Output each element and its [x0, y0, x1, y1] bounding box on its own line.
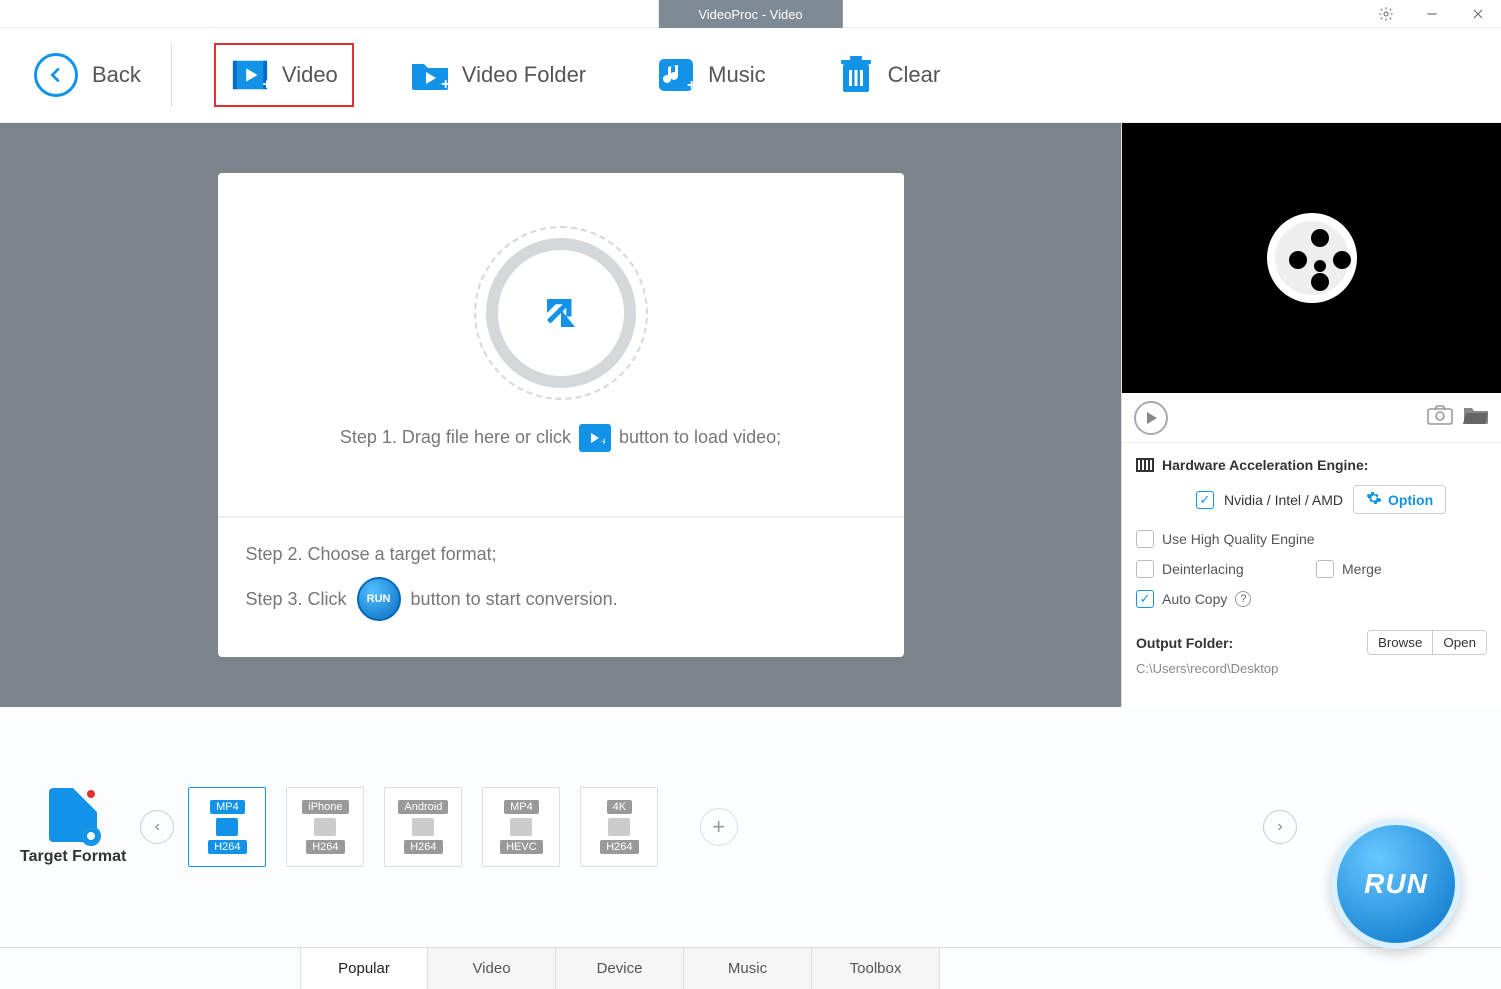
format-preset-1[interactable]: iPhoneH264 [286, 787, 364, 867]
svg-text:+: + [601, 436, 605, 446]
tab-popular[interactable]: Popular [300, 948, 428, 989]
help-icon[interactable]: ? [1235, 591, 1251, 607]
video-folder-label: Video Folder [462, 62, 586, 88]
step-1-text: Step 1. Drag file here or click + button… [340, 424, 781, 452]
add-video-folder-button[interactable]: + Video Folder [396, 45, 600, 105]
hw-gpu-checkbox[interactable]: ✓ [1196, 491, 1214, 509]
format-next-button[interactable]: › [1263, 810, 1297, 844]
settings-icon[interactable] [1363, 0, 1409, 28]
mini-video-icon: + [579, 424, 611, 452]
preview-pane [1122, 123, 1501, 393]
clear-button[interactable]: Clear [822, 45, 955, 105]
output-folder-path: C:\Users\record\Desktop [1136, 661, 1487, 676]
gear-icon [1366, 490, 1382, 509]
add-video-button[interactable]: + Video [214, 43, 354, 107]
target-format-button[interactable]: Target Format [20, 788, 126, 866]
step-3-text: Step 3. Click RUN button to start conver… [246, 571, 876, 627]
tab-toolbox[interactable]: Toolbox [812, 948, 940, 989]
run-button[interactable]: RUN [1331, 819, 1461, 949]
folder-icon: + [410, 55, 450, 95]
tab-device[interactable]: Device [556, 948, 684, 989]
back-label: Back [92, 62, 141, 88]
chip-icon [1136, 458, 1154, 472]
hw-accel-heading: Hardware Acceleration Engine: [1136, 457, 1487, 473]
svg-text:+: + [687, 77, 695, 93]
trash-icon [836, 55, 876, 95]
minimize-icon[interactable] [1409, 0, 1455, 28]
back-arrow-icon [34, 53, 78, 97]
drop-ring-icon [486, 238, 636, 388]
deinterlacing-checkbox[interactable]: ✓Deinterlacing [1136, 560, 1296, 578]
close-icon[interactable] [1455, 0, 1501, 28]
drop-stage: Step 1. Drag file here or click + button… [0, 123, 1121, 707]
tab-video[interactable]: Video [428, 948, 556, 989]
app-logo-icon [1267, 213, 1357, 303]
merge-checkbox[interactable]: ✓Merge [1316, 560, 1476, 578]
open-button[interactable]: Open [1432, 631, 1486, 654]
tab-music[interactable]: Music [684, 948, 812, 989]
step-2-text: Step 2. Choose a target format; [246, 538, 876, 571]
autocopy-checkbox[interactable]: ✓Auto Copy ? [1136, 590, 1296, 608]
svg-text:+: + [441, 76, 450, 92]
music-label: Music [708, 62, 765, 88]
format-preset-4[interactable]: 4KH264 [580, 787, 658, 867]
music-icon: + [656, 55, 696, 95]
format-preset-0[interactable]: MP4H264 [188, 787, 266, 867]
browse-button[interactable]: Browse [1368, 631, 1432, 654]
add-music-button[interactable]: + Music [642, 45, 779, 105]
hw-option-button[interactable]: Option [1353, 485, 1446, 514]
video-icon: + [230, 55, 270, 95]
drop-zone[interactable]: Step 1. Drag file here or click + button… [218, 173, 904, 518]
format-prev-button[interactable]: ‹ [140, 810, 174, 844]
run-mini-icon: RUN [357, 577, 401, 621]
add-format-button[interactable]: + [700, 808, 738, 846]
format-preset-3[interactable]: MP4HEVC [482, 787, 560, 867]
use-hq-checkbox[interactable]: ✓Use High Quality Engine [1136, 530, 1315, 548]
svg-text:+: + [262, 76, 269, 92]
output-folder-label: Output Folder: [1136, 635, 1233, 651]
open-folder-icon[interactable] [1463, 405, 1489, 430]
target-format-icon [49, 788, 97, 842]
play-button[interactable] [1134, 401, 1168, 435]
app-title: VideoProc - Video [658, 0, 842, 28]
clear-label: Clear [888, 62, 941, 88]
format-preset-2[interactable]: AndroidH264 [384, 787, 462, 867]
back-button[interactable]: Back [20, 43, 172, 107]
snapshot-icon[interactable] [1427, 405, 1453, 430]
hw-gpu-label: Nvidia / Intel / AMD [1224, 492, 1343, 508]
video-label: Video [282, 62, 338, 88]
